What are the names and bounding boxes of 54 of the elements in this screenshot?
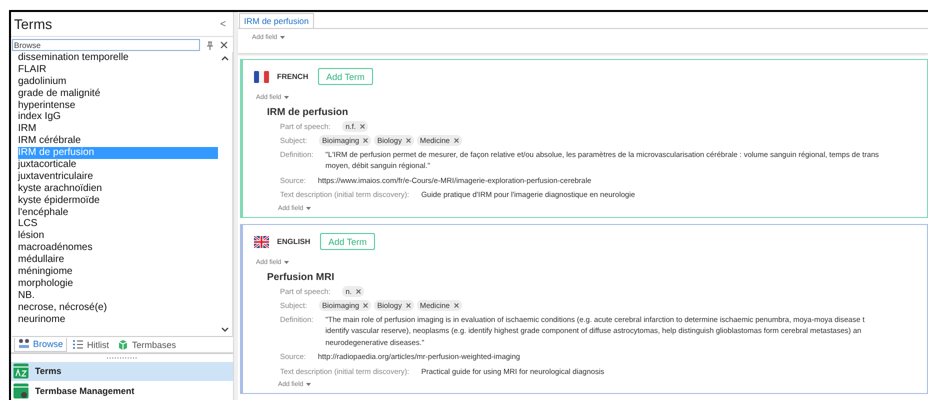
- view-tab[interactable]: Browse: [14, 338, 68, 352]
- caret-icon: [306, 206, 312, 210]
- scroll-down-icon: [221, 327, 229, 333]
- term-title: IRM de perfusion: [267, 106, 350, 118]
- term-list-item[interactable]: hyperintense: [18, 100, 218, 112]
- term-list-item[interactable]: NB.: [18, 290, 218, 302]
- search-field[interactable]: Browse: [12, 39, 200, 51]
- term-list-item[interactable]: neurinome: [18, 314, 218, 326]
- nav-item[interactable]: Terms: [11, 362, 233, 380]
- caret-icon: [306, 383, 312, 386]
- term-list-item[interactable]: kyste épidermoïde: [18, 194, 218, 207]
- term-list-item[interactable]: lésion: [18, 230, 218, 242]
- view-tab[interactable]: Termbases: [114, 338, 180, 352]
- remove-icon: [454, 138, 459, 142]
- term-title: Perfusion MRI: [267, 272, 336, 282]
- panel-title: Terms: [14, 16, 52, 32]
- view-tab[interactable]: Hitlist: [69, 338, 112, 352]
- term-list-item[interactable]: kyste arachnoïdien: [18, 182, 218, 195]
- caret-icon: [280, 36, 286, 39]
- cube-icon: [117, 338, 130, 350]
- flag-icon: [254, 236, 269, 248]
- remove-icon: [360, 124, 365, 128]
- remove-icon: [363, 138, 368, 142]
- term-list-item[interactable]: l'encéphale: [18, 206, 218, 218]
- remove-icon: [356, 288, 361, 294]
- caret-icon: [284, 96, 290, 98]
- list-icon: [72, 338, 84, 350]
- term-list-item[interactable]: gadolinium: [18, 76, 218, 88]
- caret-icon: [284, 260, 290, 264]
- remove-icon: [406, 302, 411, 308]
- collapse-button[interactable]: <: [217, 18, 229, 30]
- term-list-item[interactable]: dissemination temporelle: [18, 52, 218, 64]
- close-icon: [220, 41, 228, 49]
- term-list-item[interactable]: IRM: [18, 123, 218, 136]
- term-list-item[interactable]: juxtaventriculaire: [18, 170, 218, 183]
- term-list-item[interactable]: morphologie: [18, 278, 218, 290]
- remove-icon: [363, 302, 368, 308]
- term-list-item[interactable]: LCS: [18, 218, 218, 230]
- scroll-up-icon: [221, 55, 229, 61]
- sort-az-icon: [13, 363, 29, 380]
- term-list-item[interactable]: grade de malignité: [18, 88, 218, 100]
- remove-icon: [406, 138, 411, 142]
- term-list-item[interactable]: FLAIR: [18, 64, 218, 76]
- term-list-item[interactable]: necrose, nécrosé(e): [18, 302, 218, 314]
- term-list-item[interactable]: médullaire: [18, 254, 218, 266]
- term-list-item[interactable]: index IgG: [18, 111, 218, 124]
- term-list-item[interactable]: macroadénomes: [18, 242, 218, 254]
- term-list-item[interactable]: IRM cérébrale: [18, 135, 218, 148]
- flag-icon: [254, 70, 269, 82]
- term-list-item[interactable]: méningiome: [18, 266, 218, 278]
- document-tab[interactable]: IRM de perfusion: [239, 13, 314, 28]
- remove-icon: [454, 302, 459, 308]
- pin-icon: [206, 40, 214, 50]
- term-list-item[interactable]: juxtacorticale: [18, 159, 218, 171]
